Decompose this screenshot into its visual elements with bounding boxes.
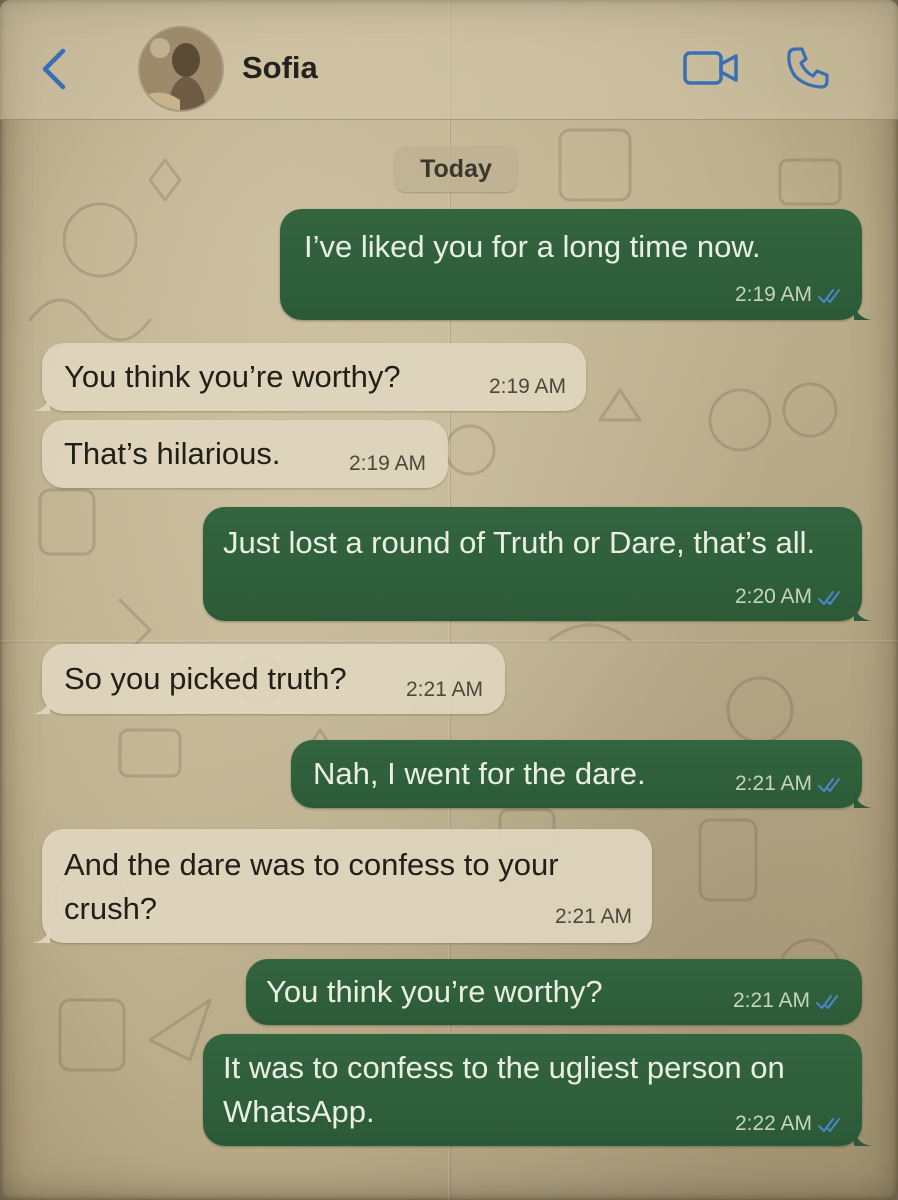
incoming-message[interactable]: So you picked truth? 2:21 AM	[32, 644, 505, 714]
phone-icon	[787, 47, 829, 89]
message-time: 2:20 AM	[734, 585, 812, 608]
message-text: You think you’re worthy?	[64, 359, 401, 394]
bubble-tail	[854, 603, 872, 621]
double-check-icon	[818, 778, 840, 792]
chevron-left-icon	[42, 48, 66, 90]
message-time: 2:21 AM	[732, 989, 810, 1012]
outgoing-message[interactable]: You think you’re worthy? 2:21 AM	[246, 959, 862, 1025]
contact-name[interactable]: Sofia	[242, 50, 318, 86]
voice-call-button[interactable]	[784, 44, 832, 92]
message-time: 2:21 AM	[405, 678, 483, 701]
message-time: 2:22 AM	[734, 1112, 812, 1135]
date-separator: Today	[394, 146, 518, 192]
message-time: 2:19 AM	[734, 283, 812, 306]
double-check-icon	[818, 289, 840, 303]
incoming-message[interactable]: You think you’re worthy? 2:19 AM	[32, 343, 586, 411]
message-time: 2:21 AM	[734, 772, 812, 795]
message-meta: 2:20 AM	[735, 585, 844, 609]
message-text: I’ve liked you for a long time now.	[304, 229, 761, 264]
message-text: Just lost a round of Truth or Dare, that…	[223, 525, 816, 560]
message-time: 2:21 AM	[554, 905, 632, 928]
bubble-tail	[32, 925, 50, 943]
message-text: So you picked truth?	[64, 661, 347, 696]
message-time: 2:19 AM	[348, 452, 426, 475]
outgoing-message[interactable]: Just lost a round of Truth or Dare, that…	[203, 507, 872, 621]
double-check-icon	[818, 591, 840, 605]
incoming-message[interactable]: And the dare was to confess to your crus…	[32, 829, 652, 943]
contact-avatar[interactable]	[140, 28, 222, 110]
video-camera-icon	[683, 51, 738, 85]
message-meta: 2:19 AM	[735, 283, 844, 307]
chat-header: Sofia	[0, 0, 898, 120]
outgoing-message[interactable]: I’ve liked you for a long time now. 2:19…	[280, 209, 872, 320]
bubble-tail	[32, 696, 50, 714]
chat-screen: Sofia Today I’ve liked you for a long ti…	[0, 0, 898, 1200]
bubble-tail	[854, 1128, 872, 1146]
avatar-photo	[140, 28, 222, 110]
outgoing-message[interactable]: Nah, I went for the dare. 2:21 AM	[291, 740, 872, 808]
outgoing-message[interactable]: It was to confess to the ugliest person …	[203, 1034, 872, 1146]
message-text: And the dare was to confess to your crus…	[64, 847, 559, 926]
message-meta: 2:21 AM	[733, 989, 842, 1013]
paper-fold-horizontal	[0, 640, 898, 642]
message-text: You think you’re worthy?	[266, 974, 603, 1009]
video-call-button[interactable]	[682, 50, 740, 86]
message-time: 2:19 AM	[488, 375, 566, 398]
double-check-icon	[818, 1118, 840, 1132]
bubble-tail	[854, 302, 872, 320]
bubble-tail	[854, 790, 872, 808]
incoming-message[interactable]: That’s hilarious. 2:19 AM	[42, 420, 448, 488]
bubble-tail	[32, 393, 50, 411]
message-text: That’s hilarious.	[64, 436, 281, 471]
double-check-icon	[816, 995, 838, 1009]
message-meta: 2:21 AM	[735, 772, 844, 796]
message-text: Nah, I went for the dare.	[313, 756, 646, 791]
message-meta: 2:22 AM	[735, 1112, 844, 1136]
back-button[interactable]	[34, 44, 74, 94]
